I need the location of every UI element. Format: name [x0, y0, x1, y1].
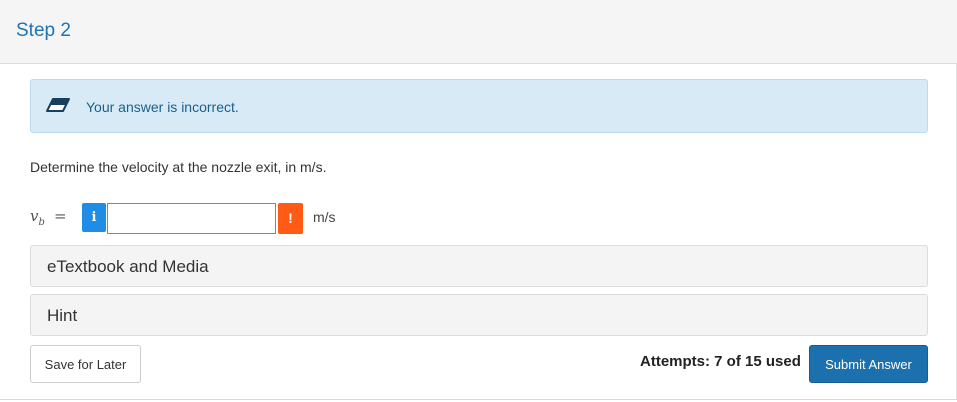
answer-row: vb = i ! m/s	[30, 201, 630, 235]
alert-message: Your answer is incorrect.	[86, 99, 239, 115]
warning-icon[interactable]: !	[278, 203, 303, 234]
etextbook-media-accordion[interactable]: eTextbook and Media	[30, 245, 928, 287]
unit-label: m/s	[313, 209, 336, 225]
save-for-later-button[interactable]: Save for Later	[30, 345, 141, 383]
hint-accordion[interactable]: Hint	[30, 294, 928, 336]
equals-sign: =	[54, 207, 67, 225]
accordion-label: Hint	[47, 306, 78, 325]
step-header: Step 2	[0, 0, 957, 64]
question-text: Determine the velocity at the nozzle exi…	[30, 159, 327, 175]
answer-input[interactable]	[107, 203, 276, 234]
variable-subscript: b	[38, 217, 45, 228]
attempts-counter: Attempts: 7 of 15 used	[640, 353, 801, 370]
question-card: Step 2 Your answer is incorrect. Determi…	[0, 0, 957, 400]
submit-answer-button[interactable]: Submit Answer	[809, 345, 928, 383]
variable-label: vb	[30, 207, 45, 228]
accordion-label: eTextbook and Media	[47, 257, 209, 276]
step-title: Step 2	[16, 20, 71, 41]
eraser-icon	[46, 98, 70, 112]
incorrect-answer-alert: Your answer is incorrect.	[30, 79, 928, 133]
info-icon[interactable]: i	[82, 203, 106, 232]
